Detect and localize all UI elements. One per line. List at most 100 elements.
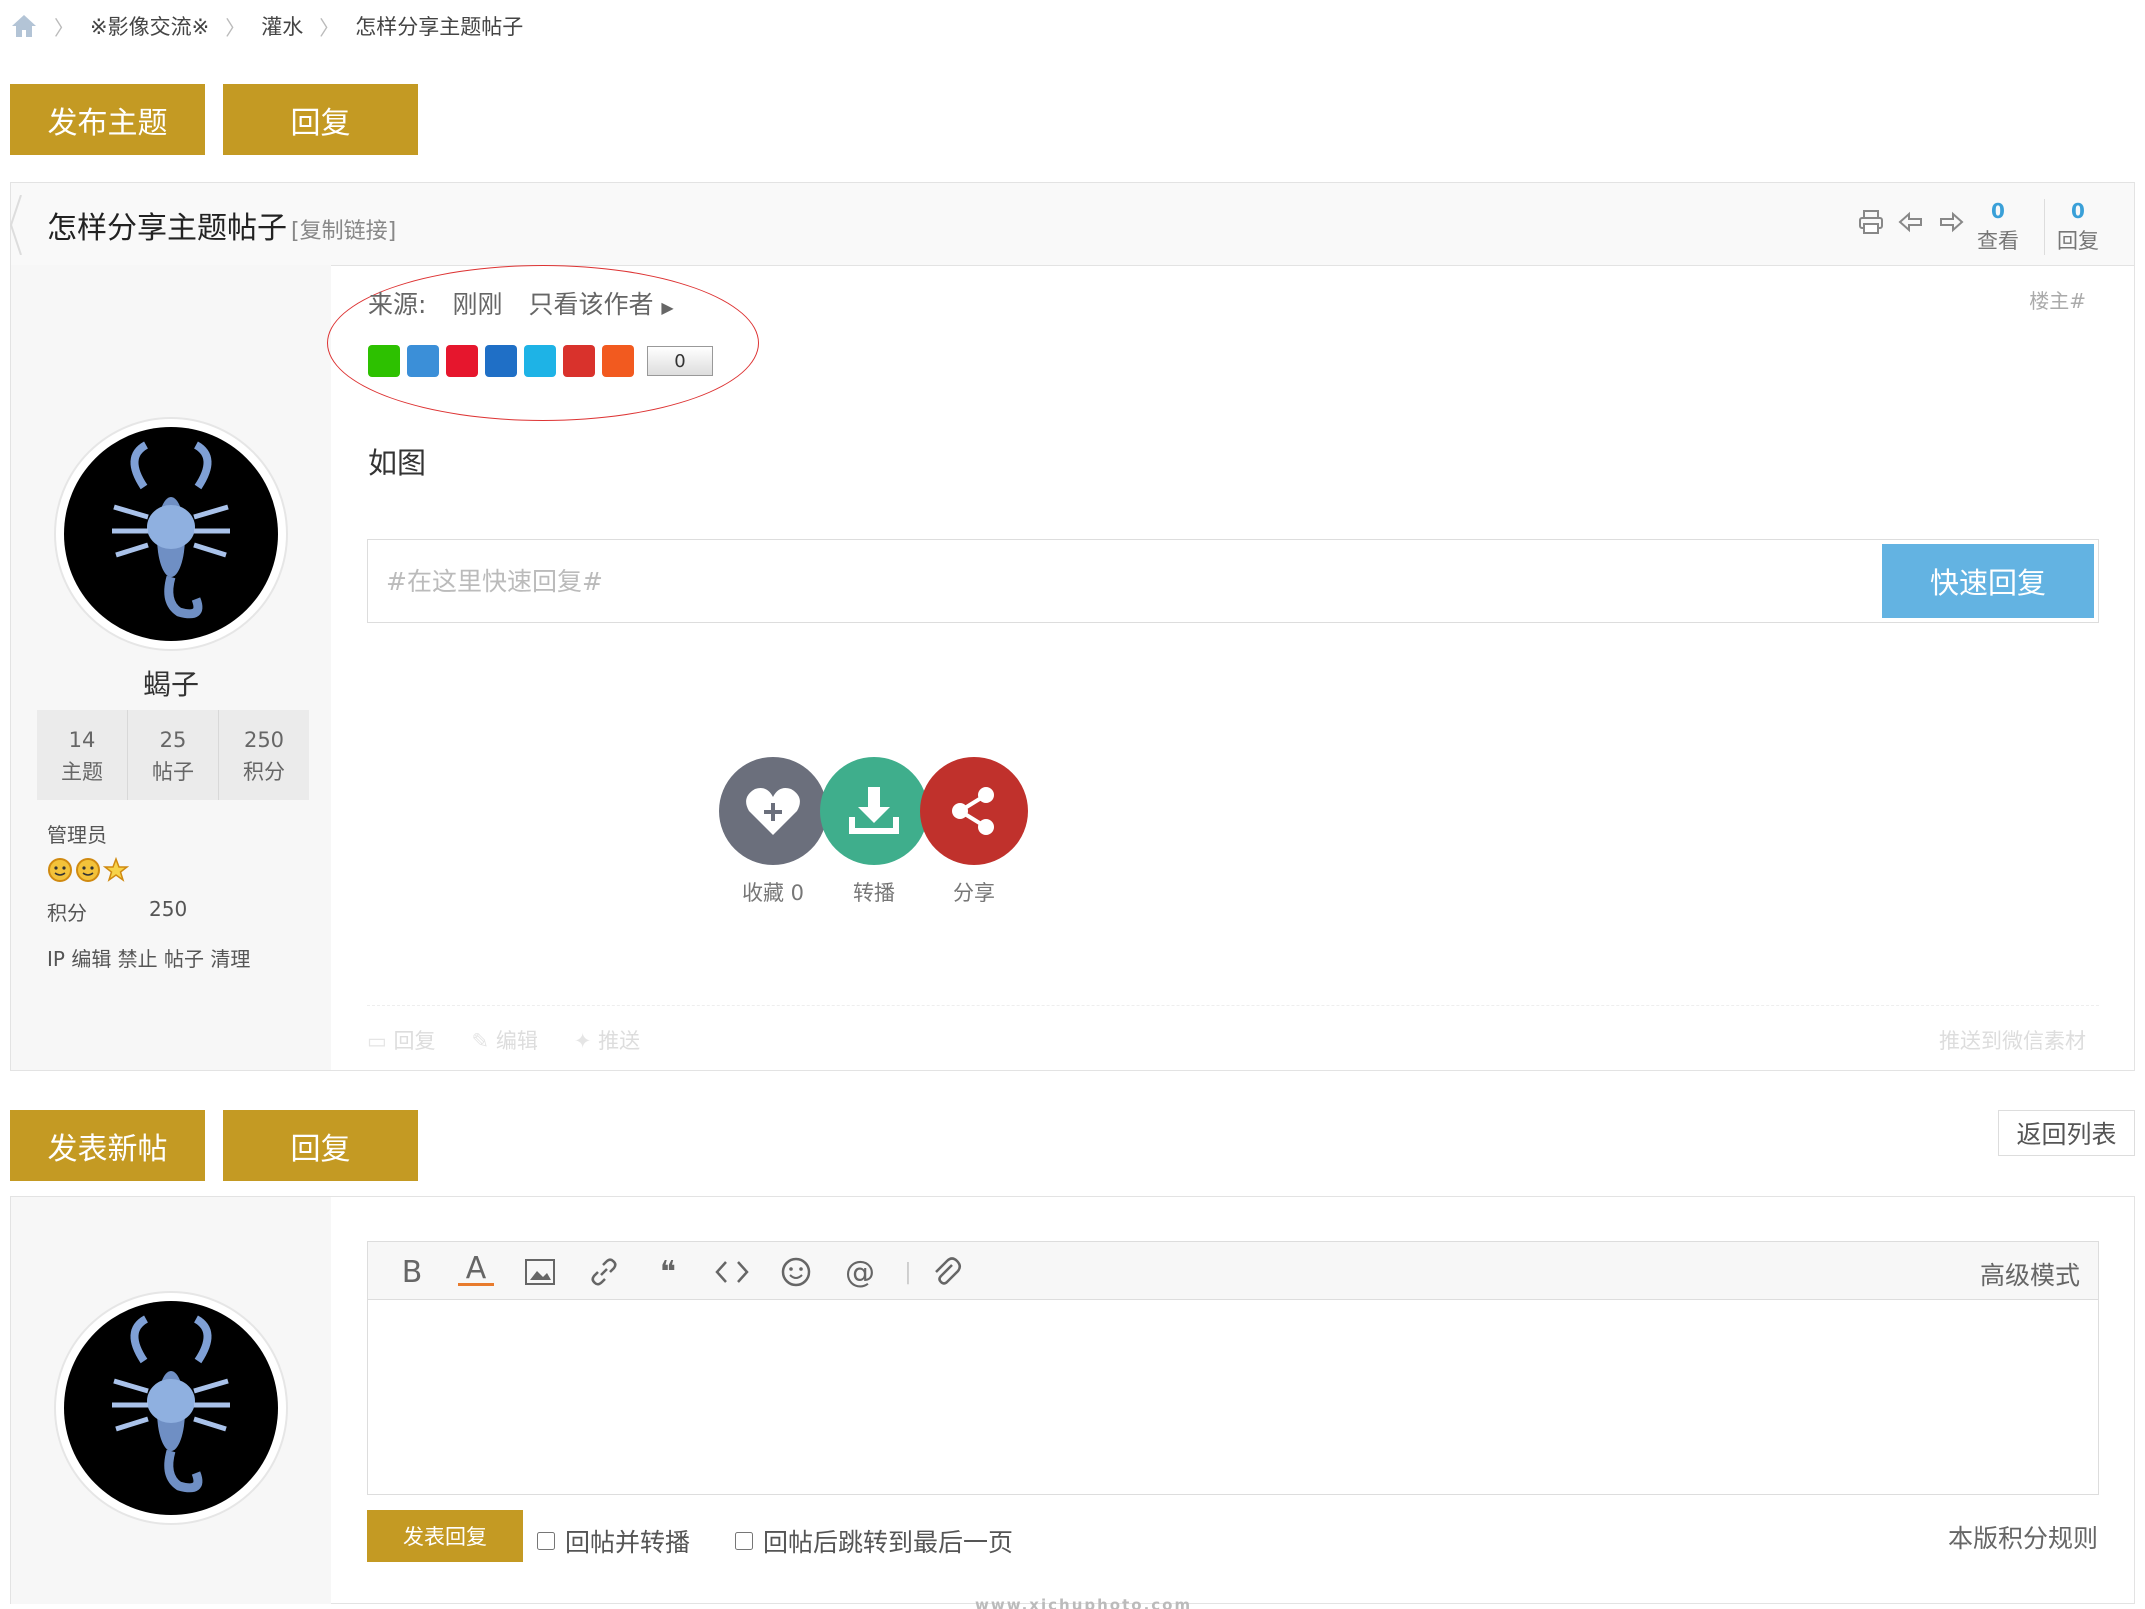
breadcrumb-separator: 〉 xyxy=(319,15,340,40)
author-stat-points[interactable]: 250 积分 xyxy=(219,710,309,800)
views-stat: 0 查看 xyxy=(1963,199,2033,255)
post-time: 刚刚 xyxy=(452,290,503,319)
attachment-icon[interactable] xyxy=(928,1254,964,1290)
home-icon[interactable] xyxy=(10,13,38,39)
submit-reply-button[interactable]: 发表回复 xyxy=(367,1510,523,1562)
bold-icon[interactable]: B xyxy=(394,1254,430,1290)
code-icon[interactable] xyxy=(714,1254,750,1290)
push-wechat-link[interactable]: 推送到微信素材 xyxy=(1939,1025,2086,1055)
post-footer-actions: ▭ 回复 ✎ 编辑 ✦ 推送 xyxy=(367,1025,640,1055)
font-color-icon[interactable]: A xyxy=(458,1251,494,1286)
mention-icon[interactable]: @ xyxy=(842,1254,878,1290)
thread-tools xyxy=(1858,209,1964,235)
replies-count: 0 xyxy=(2071,199,2085,223)
heart-plus-icon xyxy=(746,788,800,835)
author-stat-topics[interactable]: 14 主题 xyxy=(37,710,128,800)
weibo-icon[interactable] xyxy=(446,345,478,377)
author-role[interactable]: 管理员 xyxy=(47,819,107,848)
views-count: 0 xyxy=(1991,199,2005,223)
points-rules-link[interactable]: 本版积分规则 xyxy=(1948,1519,2098,1555)
renren-icon[interactable] xyxy=(485,345,517,377)
jump-last-checkbox[interactable] xyxy=(735,1532,753,1550)
breadcrumb-subforum[interactable]: 灌水 xyxy=(261,11,303,41)
breadcrumb-current: 怎样分享主题帖子 xyxy=(355,15,524,39)
forward-checkbox[interactable] xyxy=(537,1532,555,1550)
scorpion-avatar-image xyxy=(64,427,278,641)
quick-reply-input[interactable] xyxy=(368,540,1868,622)
reply-button[interactable]: 回复 xyxy=(223,84,418,155)
author-points-value: 250 xyxy=(149,897,188,921)
author-stat-posts[interactable]: 25 帖子 xyxy=(128,710,219,800)
forward-option[interactable]: 回帖并转播 xyxy=(537,1523,690,1559)
views-label: 查看 xyxy=(1977,229,2019,253)
next-thread-icon[interactable] xyxy=(1938,209,1964,235)
caret-right-icon: ▶ xyxy=(661,298,674,317)
post-meta: 来源: 刚刚 只看该作者 ▶ xyxy=(368,285,674,321)
source-label: 来源: xyxy=(368,290,427,319)
reply-editor: B A ❝ @ | 高级模式 xyxy=(367,1241,2099,1495)
share-bar: 0 xyxy=(368,345,713,377)
rank-icons xyxy=(47,857,129,883)
reply-button-bottom[interactable]: 回复 xyxy=(223,1110,418,1181)
share-button[interactable] xyxy=(920,757,1028,865)
quote-icon[interactable]: ❝ xyxy=(650,1254,686,1290)
scorpion-avatar-image xyxy=(64,1301,278,1515)
prev-thread-icon[interactable] xyxy=(1898,209,1924,235)
breadcrumb: 〉 ※影像交流※ 〉 灌水 〉 怎样分享主题帖子 xyxy=(10,8,523,44)
footer-edit-link[interactable]: ✎ 编辑 xyxy=(472,1025,538,1055)
avatar[interactable] xyxy=(54,417,288,651)
admin-links[interactable]: IP 编辑 禁止 帖子 清理 xyxy=(47,943,250,972)
header-notch-icon xyxy=(9,195,22,255)
author-stats: 14 主题 25 帖子 250 积分 xyxy=(37,710,309,800)
sun-icon xyxy=(76,858,100,882)
author-sidebar: 蝎子 14 主题 25 帖子 250 积分 管理员 积分 250 IP 编辑 禁止 帖… xyxy=(11,265,331,1070)
watermark: www.xichuphoto.com xyxy=(975,1596,1193,1609)
thread-header: 怎样分享主题帖子 [复制链接] 0 查看 0 回复 xyxy=(9,182,2135,266)
jump-last-option[interactable]: 回帖后跳转到最后一页 xyxy=(735,1523,1013,1559)
qzone-icon[interactable] xyxy=(407,345,439,377)
tencent-weibo-icon[interactable] xyxy=(524,345,556,377)
forward-button[interactable] xyxy=(820,757,928,865)
thread-title: 怎样分享主题帖子 [复制链接] xyxy=(47,203,396,247)
link-icon[interactable] xyxy=(586,1254,622,1290)
new-topic-button[interactable]: 发布主题 xyxy=(10,84,205,155)
jump-last-option-label: 回帖后跳转到最后一页 xyxy=(763,1528,1014,1557)
star-icon xyxy=(103,857,129,882)
return-list-button[interactable]: 返回列表 xyxy=(1998,1110,2135,1156)
floor-label[interactable]: 楼主# xyxy=(2029,285,2086,314)
footer-reply-link[interactable]: ▭ 回复 xyxy=(367,1025,436,1055)
wechat-icon[interactable] xyxy=(368,345,400,377)
advanced-mode-link[interactable]: 高级模式 xyxy=(1980,1256,2080,1292)
post: 蝎子 14 主题 25 帖子 250 积分 管理员 积分 250 IP 编辑 禁止 帖… xyxy=(10,265,2135,1071)
replies-label: 回复 xyxy=(2057,229,2099,253)
reply-panel: B A ❝ @ | 高级模式 发表回复 回帖并转播 回帖后跳转到最后一页 本版积… xyxy=(10,1196,2135,1604)
sun-icon xyxy=(48,858,72,882)
reply-icon: ▭ xyxy=(367,1029,387,1053)
emoji-icon[interactable] xyxy=(778,1254,814,1290)
author-name[interactable]: 蝎子 xyxy=(11,663,331,703)
reply-textarea[interactable] xyxy=(368,1300,2098,1494)
breadcrumb-separator: 〉 xyxy=(225,15,246,40)
editor-toolbar: B A ❝ @ | 高级模式 xyxy=(368,1242,2098,1300)
footer-push-link[interactable]: ✦ 推送 xyxy=(574,1025,640,1055)
share-label: 分享 xyxy=(953,881,995,905)
print-icon[interactable] xyxy=(1858,209,1884,235)
avatar xyxy=(54,1291,288,1525)
favorite-button[interactable] xyxy=(719,757,827,865)
new-post-button[interactable]: 发表新帖 xyxy=(10,1110,205,1181)
qq-icon[interactable] xyxy=(563,345,595,377)
toolbar-divider: | xyxy=(904,1259,912,1285)
breadcrumb-forum[interactable]: ※影像交流※ xyxy=(90,11,209,41)
pencil-icon: ✎ xyxy=(471,1029,490,1053)
pin-icon: ✦ xyxy=(573,1029,592,1053)
quick-reply: 快速回复 xyxy=(367,539,2099,623)
download-icon xyxy=(849,787,899,834)
author-points-label: 积分 xyxy=(47,901,87,925)
quick-reply-button[interactable]: 快速回复 xyxy=(1882,544,2094,618)
only-author-link[interactable]: 只看该作者 ▶ xyxy=(528,285,673,321)
replies-stat: 0 回复 xyxy=(2043,199,2113,255)
copy-link[interactable]: [复制链接] xyxy=(291,219,396,244)
forward-option-label: 回帖并转播 xyxy=(565,1528,691,1557)
image-icon[interactable] xyxy=(522,1254,558,1290)
more-share-icon[interactable] xyxy=(602,345,634,377)
